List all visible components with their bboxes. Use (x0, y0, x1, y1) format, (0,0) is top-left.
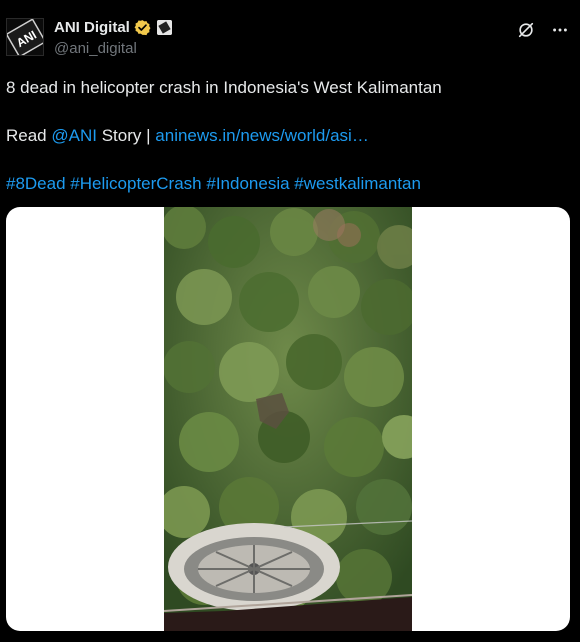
article-link[interactable]: aninews.in/news/world/asi… (155, 126, 369, 145)
hashtag-link[interactable]: #Indonesia (206, 174, 289, 193)
video-thumbnail[interactable] (164, 207, 412, 631)
affiliate-badge-icon[interactable] (156, 20, 172, 35)
tweet-read-line: Read @ANI Story | aninews.in/news/world/… (6, 124, 566, 148)
ani-logo: ANI (7, 19, 43, 55)
author-handle[interactable]: @ani_digital (54, 40, 137, 57)
tweet-headline: 8 dead in helicopter crash in Indonesia'… (6, 78, 442, 97)
more-icon[interactable] (550, 20, 570, 40)
hashtag-link[interactable]: #8Dead (6, 174, 66, 193)
tweet-header: ANI ANI Digital @ani_digital (0, 0, 580, 66)
verified-badge-icon (134, 19, 151, 36)
avatar[interactable]: ANI (6, 18, 44, 56)
story-label: Story | (101, 126, 151, 145)
hashtag-link[interactable]: #westkalimantan (294, 174, 421, 193)
header-actions (516, 20, 570, 40)
hashtag-link[interactable]: #HelicopterCrash (70, 174, 201, 193)
display-name[interactable]: ANI Digital (54, 19, 130, 36)
read-prefix: Read (6, 126, 47, 145)
grok-icon[interactable] (516, 20, 536, 40)
media-card[interactable] (6, 207, 570, 631)
forest-aerial-image (164, 207, 412, 631)
tweet-text: 8 dead in helicopter crash in Indonesia'… (6, 76, 566, 196)
mention-link[interactable]: @ANI (51, 126, 97, 145)
author-name-row: ANI Digital (54, 19, 172, 36)
hashtag-line: #8Dead #HelicopterCrash #Indonesia #west… (6, 172, 566, 196)
